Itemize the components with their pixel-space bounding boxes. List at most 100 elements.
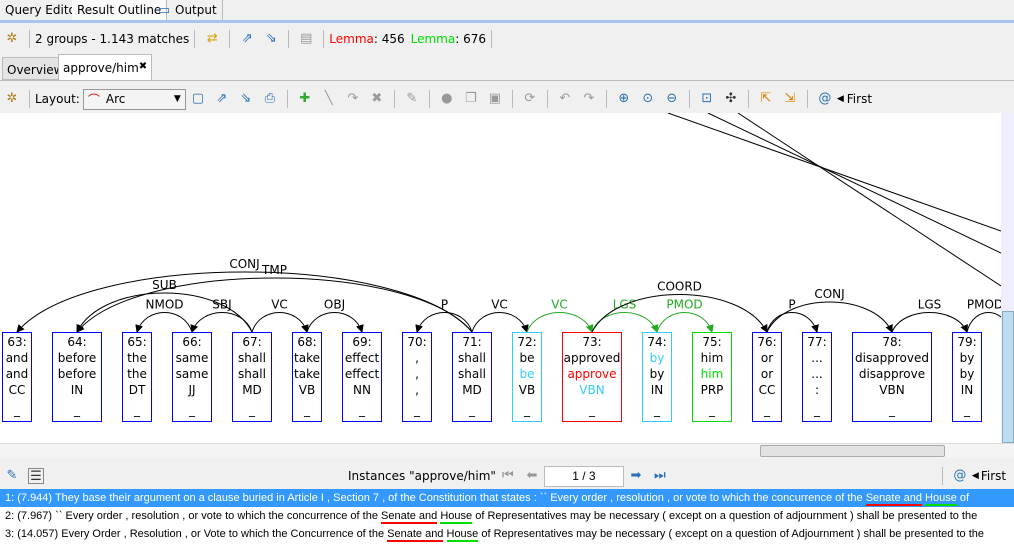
copy-icon[interactable]: ❐ (463, 91, 479, 107)
at-icon[interactable]: @ (952, 468, 968, 484)
refresh-icon[interactable]: ⟳ (522, 91, 538, 107)
arc-label: NMOD (145, 298, 183, 312)
instance-row[interactable]: 1: (7.944) They base their argument on a… (0, 489, 1014, 507)
token-node[interactable]: 78: disapproved disapprove VBN _ (852, 332, 932, 422)
sentence-text: 1: (7.944) They base their argument on a… (5, 492, 866, 504)
dependency-arc[interactable] (766, 312, 819, 333)
token-node[interactable]: 74: by by IN _ (642, 332, 672, 422)
edit-icon[interactable]: ✎ (404, 91, 420, 107)
page-input[interactable] (543, 465, 624, 487)
first-button[interactable]: First (847, 92, 872, 106)
first-icon[interactable]: ◀ (972, 471, 979, 481)
tab-output[interactable]: ▭ Output (151, 0, 223, 20)
token-node[interactable]: 70:,,, _ (402, 332, 432, 422)
token-word: him (700, 351, 724, 365)
instance-row[interactable]: 3: (14.057) Every Order , Resolution , o… (0, 525, 1014, 543)
first-button[interactable]: First (981, 469, 1006, 483)
token-node[interactable]: 73: approved approve VBN _ (562, 332, 622, 422)
dependency-arc[interactable] (306, 312, 364, 333)
document-close-icon[interactable]: ▤ (298, 31, 314, 47)
token-lemma: ... (811, 367, 823, 381)
token-node[interactable]: 65: the the DT _ (122, 332, 152, 422)
expand-icon[interactable]: ⇱ (758, 91, 774, 107)
redirect-icon[interactable]: ↷ (345, 91, 361, 107)
dependency-arc[interactable] (415, 312, 473, 333)
expand-all-icon[interactable]: ⇲ (782, 91, 798, 107)
paste-icon[interactable]: ▣ (487, 91, 503, 107)
token-id: 77: (807, 335, 827, 349)
delete-icon[interactable]: ✖ (369, 91, 385, 107)
token-node[interactable]: 71: shall shall MD _ (452, 332, 492, 422)
arc-label: VC (551, 298, 568, 312)
token-node[interactable]: 64: before before IN _ (52, 332, 102, 422)
zoom-reset-icon[interactable]: ⊙ (640, 91, 656, 107)
first-page-icon[interactable]: ⏮ (500, 468, 516, 484)
arc-label: LGS (918, 298, 942, 312)
import-icon[interactable]: ⇘ (263, 31, 279, 47)
collapse-icon[interactable]: ✣ (723, 91, 739, 107)
token-node[interactable]: 67: shall shall MD _ (232, 332, 272, 422)
scroll-thumb[interactable] (760, 445, 945, 457)
dependency-arc[interactable] (526, 312, 594, 333)
dependency-arc[interactable] (251, 312, 309, 333)
dependency-arc[interactable] (966, 312, 1001, 333)
token-node[interactable]: 75: him him PRP _ (692, 332, 732, 422)
token-pos: JJ (188, 383, 196, 397)
zoom-out-icon[interactable]: ⊖ (664, 91, 680, 107)
arc-label: PMOD (967, 298, 1001, 312)
dependency-arc[interactable] (766, 301, 893, 333)
token-lemma: before (57, 367, 97, 381)
export-icon[interactable]: ⇗ (214, 91, 230, 107)
print-icon[interactable]: ⎙ (262, 91, 278, 107)
token-node[interactable]: 76: or or CC _ (752, 332, 782, 422)
layout-select[interactable]: ⌒ Arc ▼ (82, 88, 186, 110)
export-icon[interactable]: ⇗ (239, 31, 255, 47)
next-page-icon[interactable]: ➡ (628, 468, 644, 484)
edge-icon[interactable]: ╲ (321, 91, 337, 107)
close-icon[interactable]: ✖ (139, 61, 147, 75)
vertical-scrollbar[interactable] (1001, 113, 1014, 443)
redo-icon[interactable]: ↷ (581, 91, 597, 107)
gear-icon[interactable]: ✲ (4, 31, 20, 47)
dependency-arc[interactable] (891, 312, 968, 333)
instance-row[interactable]: 2: (7.967) `` Every order , resolution ,… (0, 507, 1014, 525)
add-node-icon[interactable]: ✚ (297, 91, 313, 107)
token-node[interactable]: 69: effect effect NN _ (342, 332, 382, 422)
graph-canvas[interactable]: CONJ TMP SUB NMOD SBJ VC OBJ P VC VC LGS PMOD COORD P… (0, 113, 1001, 443)
zoom-fit-icon[interactable]: ⊡ (699, 91, 715, 107)
first-icon[interactable]: ◀ (837, 94, 844, 104)
token-id: 70: (407, 335, 427, 349)
token-word: be (519, 351, 535, 365)
dependency-arc[interactable] (471, 312, 529, 333)
tab-approve-him[interactable]: approve/him ✖ (58, 54, 152, 81)
new-icon[interactable]: ▢ (190, 91, 206, 107)
dependency-arc[interactable] (190, 312, 253, 333)
refresh-icon[interactable]: ⇄ (204, 31, 220, 47)
token-node[interactable]: 66: same same JJ _ (172, 332, 212, 422)
gear-icon[interactable]: ✲ (4, 91, 20, 107)
undo-icon[interactable]: ↶ (557, 91, 573, 107)
token-pos: PRP (700, 383, 724, 397)
at-icon[interactable]: @ (817, 91, 833, 107)
token-id: 65: (127, 335, 147, 349)
import-icon[interactable]: ⇘ (238, 91, 254, 107)
token-node[interactable]: 63: and and CC _ (2, 332, 32, 422)
horizontal-scrollbar[interactable] (0, 443, 1014, 458)
list-icon[interactable]: ☰ (28, 468, 44, 484)
lemma-red-value: : 456 (373, 32, 405, 46)
dependency-arc[interactable] (591, 312, 659, 333)
last-page-icon[interactable]: ⏭ (652, 468, 668, 484)
group-icon[interactable]: ● (439, 91, 455, 107)
dependency-arc[interactable] (135, 312, 193, 333)
match-highlight: Senate and (387, 528, 444, 542)
token-word: shall (458, 351, 486, 365)
filter-icon[interactable]: ✎ (4, 468, 20, 484)
token-node[interactable]: 72: be be VB _ (512, 332, 542, 422)
prev-page-icon[interactable]: ⬅ (524, 468, 540, 484)
zoom-in-icon[interactable]: ⊕ (616, 91, 632, 107)
token-node[interactable]: 79: by by IN _ (952, 332, 982, 422)
token-node[interactable]: 77:......: _ (802, 332, 832, 422)
scroll-thumb[interactable] (1002, 311, 1014, 443)
token-node[interactable]: 68: take take VB _ (292, 332, 322, 422)
dependency-arc[interactable] (656, 312, 714, 333)
